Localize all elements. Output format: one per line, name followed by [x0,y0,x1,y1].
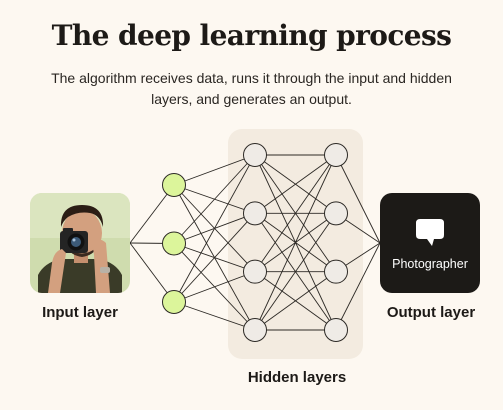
hidden-node [243,259,267,284]
input-layer-label: Input layer [42,304,118,321]
input-node [162,173,186,197]
hidden-node [324,318,348,342]
input-node [162,231,186,256]
output-label: Photographer [392,257,468,271]
hidden-node [324,259,348,284]
photographer-photo [30,193,130,293]
hidden-node [243,201,267,226]
hidden-node [243,143,267,167]
speech-bubble-icon [416,219,444,246]
output-layer-label: Output layer [386,304,476,321]
hidden-layers-label: Hidden layers [247,369,347,386]
hidden-node [324,201,348,226]
output-box: Photographer [380,193,480,293]
hidden-node [243,318,267,342]
input-node [162,290,186,314]
hidden-node [324,143,348,167]
